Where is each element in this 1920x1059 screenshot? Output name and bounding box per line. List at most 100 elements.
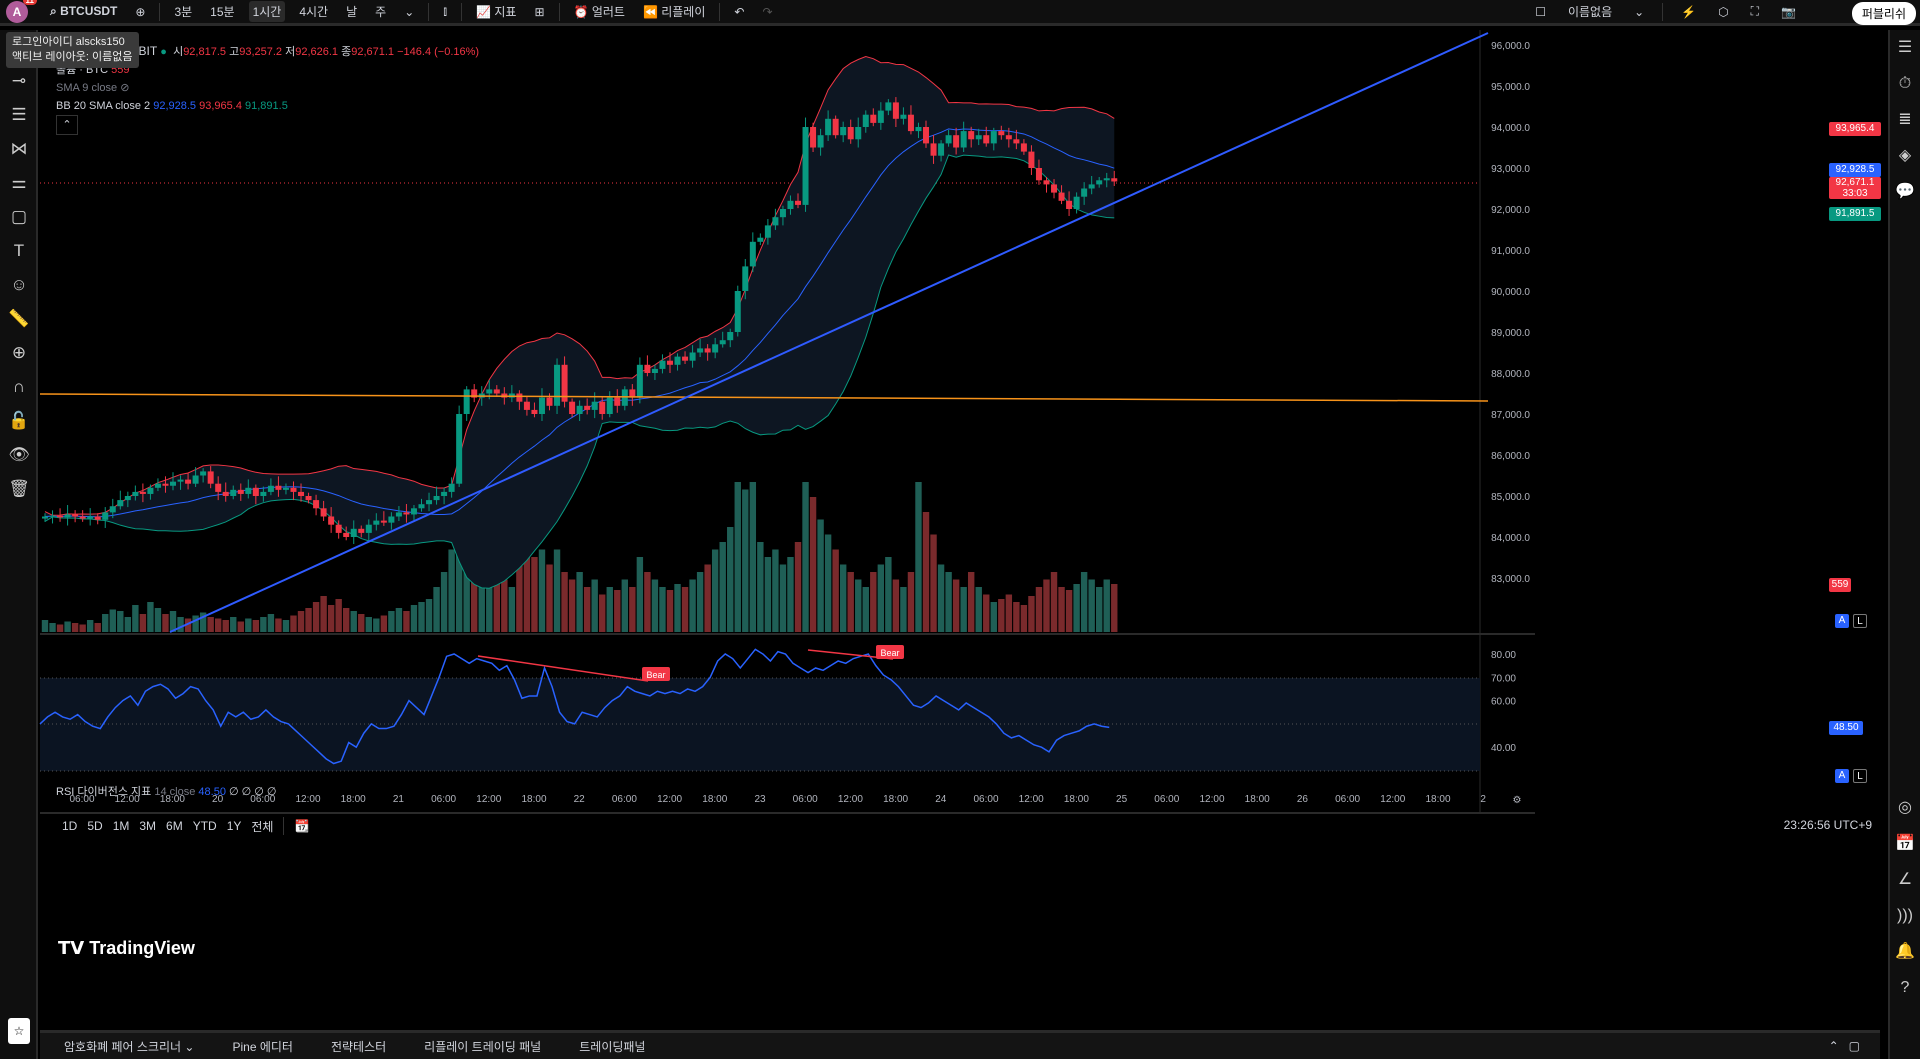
rsi-auto-scale-button[interactable]: A (1835, 769, 1849, 783)
price-axis-label: 92,000.0 (1491, 205, 1530, 216)
candle-body (523, 401, 530, 410)
candle-body (923, 127, 930, 144)
volume-bar (1073, 584, 1080, 632)
high-label: 고 (229, 46, 240, 58)
tradingview-logo[interactable]: 𝗧𝗩 TradingView (58, 938, 195, 959)
bb-label[interactable]: BB 20 SMA close 2 (56, 100, 150, 112)
hidden-eye-icon[interactable]: ⊘ (120, 82, 129, 94)
range-1y[interactable]: 1Y (227, 819, 242, 833)
panel-controls[interactable]: ⌃ ▢ (1829, 1039, 1860, 1053)
candle-body (900, 114, 907, 119)
tab-strategy-tester[interactable]: 전략테스터 (331, 1038, 386, 1055)
alerts-clock-icon[interactable]: ⏱ (1890, 66, 1920, 102)
volume-bar (132, 605, 139, 632)
chat-icon[interactable]: 💬 (1890, 174, 1920, 210)
range-1d[interactable]: 1D (62, 819, 77, 833)
volume-bar (779, 564, 787, 632)
close-value: 92,671.1 (351, 46, 395, 58)
candle-body (109, 506, 116, 513)
auto-scale-button[interactable]: A (1835, 614, 1849, 628)
range-all[interactable]: 전체 (251, 818, 273, 835)
help-icon[interactable]: ? (1890, 970, 1920, 1006)
chevron-down-icon[interactable]: ⌄ (1630, 3, 1648, 21)
log-scale-button[interactable]: L (1853, 614, 1867, 628)
volume-bar (440, 572, 448, 632)
volume-bar (900, 587, 907, 632)
candle-body (599, 401, 606, 414)
candle-body (456, 414, 463, 484)
price-axis-label: 95,000.0 (1491, 82, 1530, 93)
candle-body (237, 489, 244, 494)
watchlist-icon[interactable]: ☰ (1890, 30, 1920, 66)
candle-body (410, 508, 417, 515)
calendar-icon[interactable]: 📅 (1890, 826, 1920, 862)
time-axis-label: 12:00 (476, 794, 501, 805)
quick-search-icon[interactable]: ⚡ (1677, 3, 1700, 21)
rsi-value: 48.50 (198, 786, 226, 798)
time-axis-label: 18:00 (1064, 794, 1089, 805)
range-1m[interactable]: 1M (113, 819, 130, 833)
volume-bar (862, 587, 869, 632)
favorites-star-icon[interactable]: ☆ (8, 1018, 30, 1044)
target-icon[interactable]: ◎ (1890, 790, 1920, 826)
candle-body (132, 491, 139, 496)
volume-bar (252, 620, 260, 632)
candle-body (200, 471, 207, 476)
publish-button[interactable]: 퍼블리쉬 (1851, 2, 1916, 25)
volume-bar (1058, 587, 1065, 632)
candle-body (892, 102, 899, 119)
candle-body (1035, 168, 1042, 181)
candle-body (546, 397, 553, 406)
camera-icon[interactable]: 📷 (1777, 3, 1800, 21)
volume-bar (373, 618, 380, 632)
volume-bar (1050, 572, 1058, 632)
clock[interactable]: 23:26:56 UTC+9 (1784, 818, 1872, 832)
tab-replay-trading[interactable]: 리플레이 트레이딩 패널 (424, 1038, 541, 1055)
range-ytd[interactable]: YTD (193, 819, 217, 833)
rsi-name[interactable]: RSI 다이버전스 지표 (56, 786, 151, 798)
tab-trading-panel[interactable]: 트레이딩패널 (579, 1038, 645, 1055)
volume-bar (885, 557, 892, 632)
range-3m[interactable]: 3M (139, 819, 156, 833)
layout-name-dropdown[interactable]: 이름없음 (1564, 1, 1616, 22)
bb-mid-value: 92,928.5 (153, 100, 197, 112)
candle-body (313, 500, 320, 509)
tab-pine-editor[interactable]: Pine 에디터 (232, 1038, 292, 1055)
sma-label[interactable]: SMA 9 close (56, 82, 117, 94)
candle-body (531, 409, 538, 414)
volume-bar (71, 623, 79, 632)
logo-text: TradingView (89, 938, 195, 958)
rsi-log-scale-button[interactable]: L (1853, 769, 1867, 783)
data-window-icon[interactable]: ≣ (1890, 102, 1920, 138)
stream-icon[interactable]: ))) (1890, 898, 1920, 934)
collapse-legend-button[interactable]: ⌃ (56, 115, 78, 135)
volume-bar (538, 549, 546, 632)
volume-bar (109, 609, 116, 632)
tab-screener[interactable]: 암호화폐 페어 스크리너 ⌄ (64, 1038, 194, 1055)
volume-bar (907, 572, 915, 632)
candle-body (764, 225, 771, 238)
volume-bar (343, 608, 350, 632)
settings-gear-icon[interactable]: ⬡ (1714, 3, 1732, 21)
price-axis-label: 86,000.0 (1491, 451, 1530, 462)
fullscreen-icon[interactable]: ⛶ (1747, 2, 1763, 21)
last-price-tag: 92,671.1 33:03 (1829, 177, 1881, 199)
volume-bar (870, 572, 877, 632)
volume-bar (49, 623, 56, 632)
time-axis-label: 18:00 (1425, 794, 1450, 805)
volume-bar (448, 549, 455, 632)
range-6m[interactable]: 6M (166, 819, 183, 833)
candle-body (94, 516, 101, 520)
layers-icon[interactable]: ◈ (1890, 138, 1920, 174)
goto-date-icon[interactable]: 📆 (294, 819, 309, 833)
last-price: 92,671.1 (1835, 177, 1875, 188)
range-5d[interactable]: 5D (87, 819, 102, 833)
chart-pattern-icon[interactable]: ∠ (1890, 862, 1920, 898)
candle-body (358, 528, 365, 533)
volume-bar (1065, 590, 1073, 632)
candle-body (222, 491, 229, 496)
rsi-axis-label: 40.00 (1491, 743, 1516, 754)
bell-icon[interactable]: 🔔 (1890, 934, 1920, 970)
candle-body (79, 516, 86, 519)
bar-countdown: 33:03 (1842, 188, 1868, 199)
